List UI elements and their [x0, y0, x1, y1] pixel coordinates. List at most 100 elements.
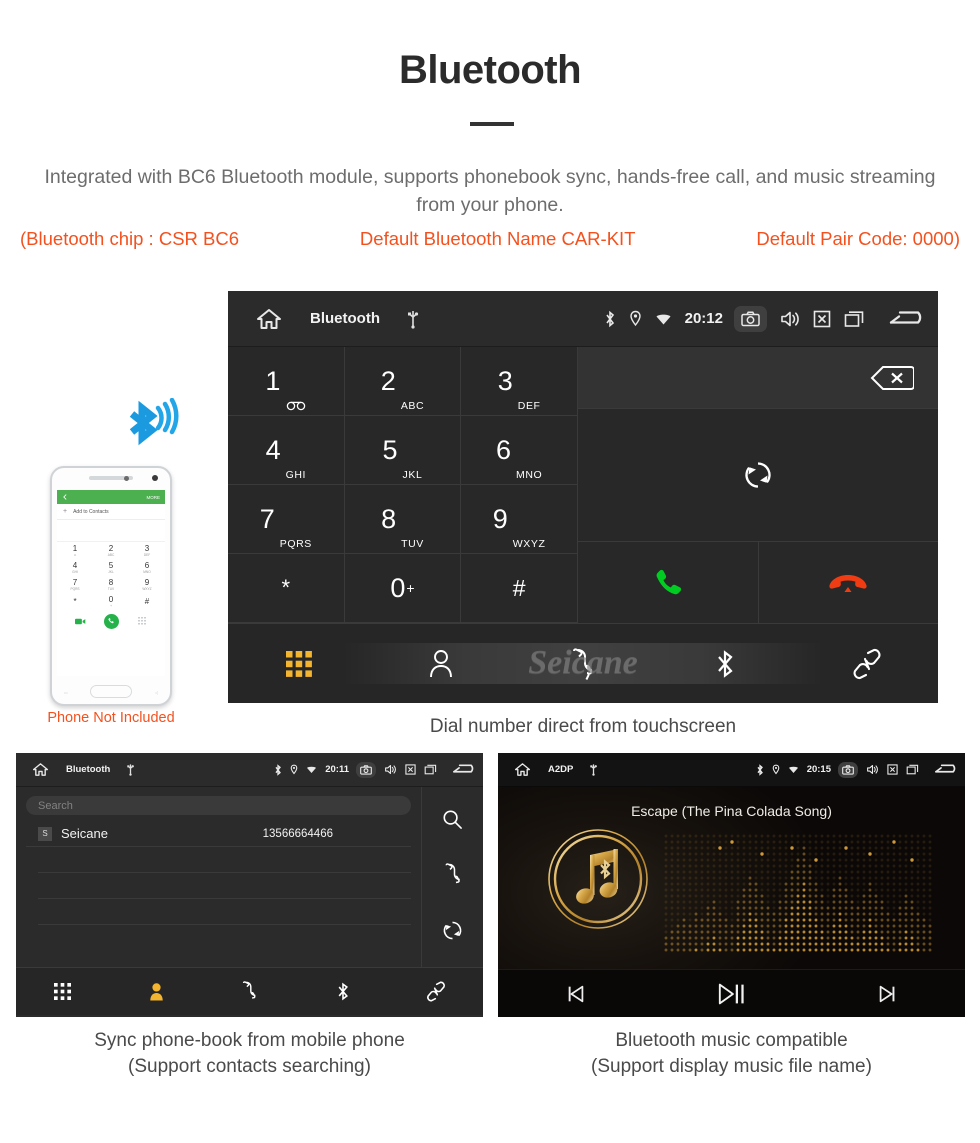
key-star[interactable]: *	[228, 554, 345, 623]
contacts-icon[interactable]	[428, 649, 454, 679]
key-digit: 4	[265, 434, 281, 465]
backspace-icon[interactable]	[870, 365, 914, 391]
phonebook-navbar	[16, 967, 483, 1015]
music-screen: A2DP 20:15 Escape (The Pina Colada Song)	[498, 753, 965, 1017]
key-3[interactable]: 3 DEF	[461, 347, 578, 416]
equalizer-visualizer	[663, 833, 933, 953]
nav-dialpad[interactable]	[228, 650, 370, 677]
location-icon	[290, 764, 298, 775]
nav-call-history[interactable]	[203, 981, 296, 1002]
sync-icon[interactable]	[442, 920, 463, 941]
contact-name: Seicane	[61, 826, 108, 841]
next-icon[interactable]	[876, 983, 898, 1005]
camera-icon[interactable]	[734, 305, 767, 332]
usb-icon	[406, 309, 420, 329]
dialpad-icon[interactable]	[286, 650, 312, 677]
nav-bluetooth[interactable]	[296, 981, 389, 1002]
camera-icon[interactable]	[356, 761, 376, 778]
phone-videocall-icon	[65, 618, 96, 625]
phone-home-button	[90, 685, 132, 698]
dialer-right-pane	[578, 347, 938, 623]
call-icon[interactable]	[443, 863, 463, 887]
key-9[interactable]: 9 WXYZ	[461, 485, 578, 554]
phone-add-contact-row: + Add to Contacts	[57, 504, 165, 520]
volume-icon[interactable]	[384, 764, 397, 775]
recents-icon[interactable]	[906, 764, 920, 775]
plus-icon: +	[63, 508, 68, 515]
phone-key-digit: 0	[108, 594, 114, 604]
recents-icon[interactable]	[844, 310, 866, 328]
music-stage: Escape (The Pina Colada Song)	[498, 787, 965, 969]
play-pause-icon[interactable]	[717, 981, 747, 1007]
phone-softkey-left: ▭	[64, 690, 68, 695]
home-icon[interactable]	[32, 762, 49, 777]
contact-row[interactable]: S Seicane 13566664466	[26, 821, 411, 847]
home-icon[interactable]	[256, 307, 282, 331]
track-title: Escape (The Pina Colada Song)	[631, 803, 832, 819]
key-5[interactable]: 5 JKL	[344, 416, 462, 485]
key-7[interactable]: 7 PQRS	[228, 485, 345, 554]
phone-key-sub: DEF	[143, 552, 151, 557]
phone-sensor	[124, 476, 129, 481]
next-button[interactable]	[809, 983, 965, 1005]
dialpad-icon[interactable]	[54, 983, 72, 1000]
call-button[interactable]	[578, 542, 759, 623]
key-0[interactable]: 0 +	[344, 554, 462, 623]
phonebook-title: Bluetooth	[66, 764, 111, 775]
nav-unlink[interactable]	[796, 648, 938, 680]
transfer-audio-button[interactable]	[578, 409, 938, 542]
callhistory-icon[interactable]	[241, 981, 258, 1002]
nav-unlink[interactable]	[390, 981, 483, 1002]
nav-contacts[interactable]	[109, 982, 202, 1002]
unlink-icon[interactable]	[426, 981, 446, 1002]
key-digit: 6	[495, 434, 512, 465]
volume-icon[interactable]	[866, 764, 879, 775]
close-icon[interactable]	[887, 764, 898, 775]
key-letters: DEF	[517, 400, 541, 412]
bluetooth-icon[interactable]	[336, 981, 350, 1002]
key-digit: 2	[380, 365, 396, 396]
contact-list: Search S Seicane 13566664466	[16, 787, 421, 967]
hangup-icon[interactable]	[828, 571, 868, 595]
home-icon[interactable]	[514, 762, 531, 777]
key-hash[interactable]: #	[461, 554, 578, 623]
close-icon[interactable]	[405, 764, 416, 775]
phone-not-included-note: Phone Not Included	[47, 710, 175, 726]
key-letters: GHI	[285, 469, 307, 481]
bluetooth-icon[interactable]	[714, 648, 736, 680]
back-icon[interactable]	[888, 309, 924, 329]
callhistory-icon[interactable]	[570, 647, 596, 680]
nav-call-history[interactable]	[512, 647, 654, 680]
phone-key: 8 TUV	[93, 576, 129, 593]
search-input[interactable]: Search	[26, 796, 411, 815]
number-display-field[interactable]	[578, 347, 938, 409]
camera-icon[interactable]	[838, 761, 858, 778]
close-icon[interactable]	[813, 310, 831, 328]
key-6[interactable]: 6 MNO	[461, 416, 578, 485]
dialer-title: Bluetooth	[310, 310, 380, 327]
previous-icon[interactable]	[565, 983, 587, 1005]
key-8[interactable]: 8 TUV	[344, 485, 462, 554]
sync-icon[interactable]	[743, 460, 773, 490]
back-icon[interactable]	[452, 763, 475, 776]
hangup-button[interactable]	[759, 542, 939, 623]
volume-icon[interactable]	[780, 310, 800, 328]
key-2[interactable]: 2 ABC	[344, 347, 462, 416]
recents-icon[interactable]	[424, 764, 438, 775]
bluetooth-icon	[274, 763, 282, 776]
key-1[interactable]: 1	[228, 347, 345, 416]
play-pause-button[interactable]	[654, 981, 810, 1007]
back-icon[interactable]	[934, 763, 957, 776]
contacts-icon[interactable]	[148, 982, 165, 1002]
key-4[interactable]: 4 GHI	[228, 416, 345, 485]
key-letters: JKL	[402, 469, 423, 481]
nav-bluetooth[interactable]	[654, 648, 796, 680]
nav-dialpad[interactable]	[16, 983, 109, 1000]
unlink-icon[interactable]	[852, 648, 882, 680]
search-icon[interactable]	[442, 809, 463, 830]
call-icon[interactable]	[651, 566, 685, 600]
avatar: S	[38, 826, 52, 841]
music-caption-line1: Bluetooth music compatible	[615, 1030, 848, 1051]
previous-button[interactable]	[498, 983, 654, 1005]
nav-contacts[interactable]	[370, 649, 512, 679]
